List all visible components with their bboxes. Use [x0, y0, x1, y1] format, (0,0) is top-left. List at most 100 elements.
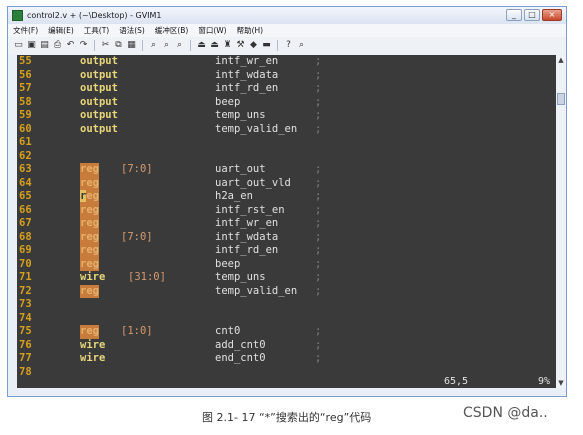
line-number: 69: [19, 244, 32, 256]
menu-window[interactable]: 窗口(W): [193, 25, 231, 36]
signal-name: intf_wr_en: [215, 217, 279, 229]
make-icon[interactable]: ⚒: [235, 40, 246, 51]
find-next-icon[interactable]: ⌕: [161, 40, 172, 51]
vertical-scrollbar[interactable]: ▲ ▼: [556, 55, 566, 388]
code-line: 72 reg temp_valid_en;: [17, 284, 556, 298]
menu-file[interactable]: 文件(F): [8, 25, 43, 36]
semicolon: ;: [315, 68, 322, 81]
signal-name: beep: [215, 257, 241, 270]
code-line: 55 output intf_wr_en;: [17, 55, 556, 69]
find-prev-icon[interactable]: ⌕: [174, 40, 185, 51]
scrollbar-thumb[interactable]: [557, 93, 565, 105]
code-line: 67 reg intf_wr_en;: [17, 217, 556, 231]
scroll-up-arrow-icon[interactable]: ▲: [556, 55, 566, 65]
bit-range: [7:0]: [121, 230, 153, 243]
line-number: 57: [19, 82, 32, 94]
signal-name: intf_rd_en: [215, 82, 279, 94]
semicolon: ;: [315, 284, 322, 297]
line-number: 78: [19, 365, 32, 378]
cut-icon[interactable]: ✂: [100, 40, 111, 51]
search-match-keyword: reg: [80, 325, 99, 339]
search-match-keyword: reg: [80, 284, 99, 298]
open-icon[interactable]: ▭: [13, 40, 24, 51]
keyword: output: [80, 109, 118, 121]
code-line: 70 reg beep;: [17, 257, 556, 271]
bit-range: [31:0]: [128, 271, 166, 283]
toolbar-separator: [277, 40, 278, 51]
line-number: 64: [19, 176, 32, 189]
code-line: 59 output temp_uns;: [17, 109, 556, 123]
find-help-icon[interactable]: ⌕: [296, 40, 307, 51]
signal-name: intf_wr_en: [215, 55, 279, 67]
code-line: 62: [17, 150, 556, 164]
signal-name: intf_wdata: [215, 230, 279, 243]
code-line: 61: [17, 136, 556, 150]
semicolon: ;: [315, 55, 322, 67]
print-icon[interactable]: ⎙: [52, 40, 63, 51]
line-number: 55: [19, 55, 32, 67]
keyword: wire: [80, 271, 106, 283]
semicolon: ;: [315, 257, 322, 270]
keyword: output: [80, 55, 118, 67]
signal-name: h2a_en: [215, 190, 253, 202]
find-icon[interactable]: ⌕: [148, 40, 159, 51]
redo-icon[interactable]: ↷: [78, 40, 89, 51]
semicolon: ;: [315, 122, 322, 135]
code-line: 64 reg uart_out_vld;: [17, 176, 556, 190]
csdn-watermark: CSDN @da..: [463, 405, 548, 421]
run-script-icon[interactable]: ♜: [222, 40, 233, 51]
code-line: 73: [17, 298, 556, 312]
semicolon: ;: [315, 190, 322, 202]
semicolon: ;: [315, 325, 322, 337]
semicolon: ;: [315, 217, 322, 229]
search-match-keyword: reg: [80, 176, 99, 190]
code-line: 71 wire [31:0] temp_uns;: [17, 271, 556, 285]
line-number: 70: [19, 257, 32, 270]
line-number: 56: [19, 68, 32, 81]
copy-icon[interactable]: ⧉: [113, 40, 124, 51]
code-line: 56 output intf_wdata;: [17, 69, 556, 83]
code-line: 66 reg intf_rst_en;: [17, 203, 556, 217]
maximize-button[interactable]: □: [524, 9, 540, 21]
line-number: 71: [19, 271, 32, 283]
save-icon[interactable]: ▣: [26, 40, 37, 51]
code-line: 77 wire end_cnt0;: [17, 352, 556, 366]
toolbar: ▭ ▣ ▤ ⎙ ↶ ↷ ✂ ⧉ ▦ ⌕ ⌕ ⌕ ⏏ ⏏ ♜ ⚒ ◆ ▬? ⌕: [8, 37, 566, 54]
semicolon: ;: [315, 352, 322, 364]
keyword: output: [80, 122, 118, 135]
code-line: 74: [17, 312, 556, 326]
load-session-icon[interactable]: ⏏: [196, 40, 207, 51]
signal-name: beep: [215, 95, 241, 108]
minimize-button[interactable]: _: [506, 9, 522, 21]
save-all-icon[interactable]: ▤: [39, 40, 50, 51]
undo-icon[interactable]: ↶: [65, 40, 76, 51]
keyword-rest: eg: [86, 190, 99, 202]
scroll-down-arrow-icon[interactable]: ▼: [556, 378, 566, 388]
line-number: 76: [19, 338, 32, 351]
code-line: 76 wire add_cnt0;: [17, 339, 556, 353]
save-session-icon[interactable]: ⏏: [209, 40, 220, 51]
keyword: wire: [80, 352, 106, 364]
keyword: wire: [80, 338, 106, 351]
help-icon[interactable]: ?: [283, 40, 294, 51]
close-button[interactable]: ×: [542, 9, 562, 21]
menu-edit[interactable]: 编辑(E): [43, 25, 79, 36]
signal-name: intf_rd_en: [215, 244, 279, 256]
signal-name: add_cnt0: [215, 338, 266, 351]
menu-syntax[interactable]: 语法(S): [114, 25, 150, 36]
signal-name: intf_rst_en: [215, 203, 285, 216]
toolbar-separator: [190, 40, 191, 51]
menu-tools[interactable]: 工具(T): [79, 25, 114, 36]
signal-name: temp_uns: [215, 271, 266, 283]
title-bar[interactable]: control2.v + (~\Desktop) - GVIM1 _ □ ×: [8, 7, 566, 24]
paste-icon[interactable]: ▦: [126, 40, 137, 51]
code-line: 60 output temp_valid_en;: [17, 123, 556, 137]
menu-buffers[interactable]: 缓冲区(B): [150, 25, 194, 36]
code-line: 68 reg [7:0] intf_wdata;: [17, 230, 556, 244]
menu-help[interactable]: 帮助(H): [232, 25, 269, 36]
shell-icon[interactable]: ◆: [248, 40, 259, 51]
tags-icon[interactable]: ▬: [261, 40, 272, 51]
code-line: 65 reg h2a_en;: [17, 190, 556, 204]
keyword: output: [80, 68, 118, 81]
code-editor[interactable]: 65,5 9% 55 output intf_wr_en; 56 output intf_…: [17, 55, 556, 388]
